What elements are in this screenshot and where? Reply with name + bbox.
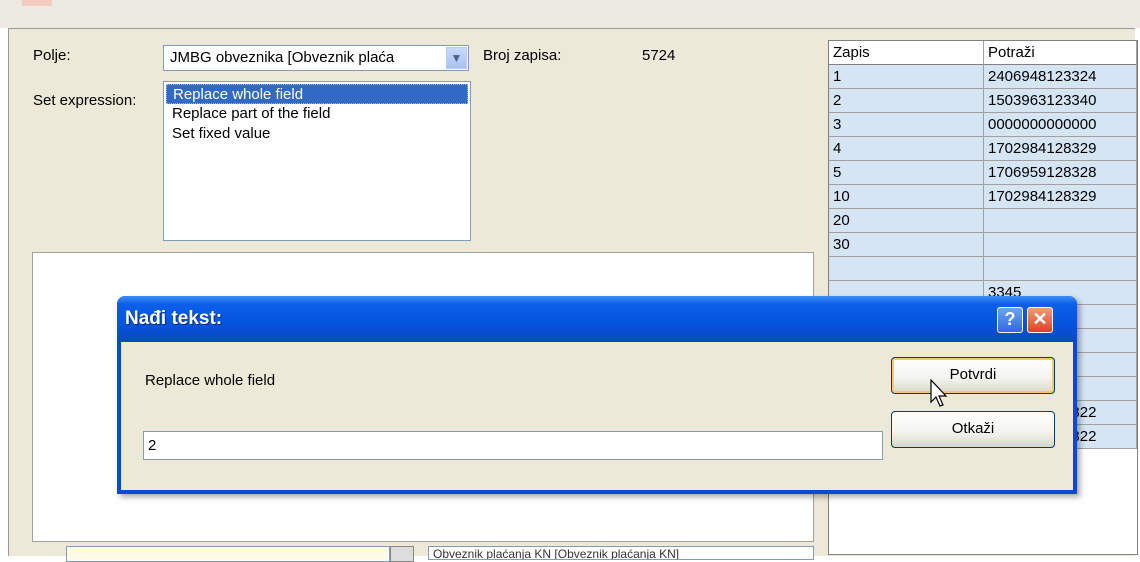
cell-zapis[interactable] [829, 257, 984, 281]
table-row[interactable]: 4 1702984128329 [829, 137, 1137, 161]
cell-zapis[interactable]: 30 [829, 233, 984, 257]
cell-zapis[interactable]: 20 [829, 209, 984, 233]
table-row[interactable]: 10 1702984128329 [829, 185, 1137, 209]
table-row[interactable] [829, 257, 1137, 281]
help-button[interactable]: ? [997, 307, 1023, 333]
table-row[interactable]: 30 [829, 233, 1137, 257]
dialog-titlebar[interactable]: Nađi tekst: ? ✕ [117, 296, 1077, 342]
grid-header: Zapis Potraži [829, 41, 1137, 65]
table-row[interactable]: 5 1706959128328 [829, 161, 1137, 185]
cell-zapis[interactable]: 2 [829, 89, 984, 113]
cell-potrazi[interactable]: 1503963123340 [984, 89, 1137, 113]
column-header-zapis[interactable]: Zapis [829, 41, 984, 65]
table-row[interactable]: 1 2406948123324 [829, 65, 1137, 89]
window-title-fragment [22, 0, 52, 6]
record-count-value: 5724 [642, 47, 676, 64]
table-row[interactable]: 2 1503963123340 [829, 89, 1137, 113]
cell-potrazi[interactable] [984, 257, 1137, 281]
cell-potrazi[interactable] [984, 233, 1137, 257]
cell-potrazi[interactable]: 0000000000000 [984, 113, 1137, 137]
confirm-button[interactable]: Potvrdi [891, 357, 1055, 394]
cell-potrazi[interactable]: 1702984128329 [984, 137, 1137, 161]
search-text-input[interactable]: 2 [143, 431, 883, 460]
dialog-title: Nađi tekst: [125, 308, 223, 329]
expression-option-set-fixed[interactable]: Set fixed value [166, 124, 468, 144]
window-top-band [0, 0, 1140, 28]
field-label: Polje: [33, 47, 71, 64]
expression-option-replace-whole[interactable]: Replace whole field [166, 84, 468, 104]
expression-listbox[interactable]: Replace whole field Replace part of the … [163, 81, 471, 241]
bottom-field-combo[interactable] [66, 546, 390, 562]
dialog-body: Replace whole field 2 Potvrdi Otkaži [121, 342, 1073, 490]
table-row[interactable]: 3 0000000000000 [829, 113, 1137, 137]
close-button[interactable]: ✕ [1027, 307, 1053, 333]
cell-potrazi[interactable]: 2406948123324 [984, 65, 1137, 89]
cell-potrazi[interactable]: 1706959128328 [984, 161, 1137, 185]
bottom-dropdown-button[interactable] [390, 546, 414, 562]
chevron-down-icon[interactable]: ▼ [446, 47, 467, 69]
cell-zapis[interactable]: 4 [829, 137, 984, 161]
field-select[interactable]: JMBG obveznika [Obveznik plaća ▼ [163, 45, 469, 71]
mouse-cursor-icon [930, 379, 948, 407]
expression-option-replace-part[interactable]: Replace part of the field [166, 104, 468, 124]
record-count-label: Broj zapisa: [483, 47, 562, 64]
column-header-potrazi[interactable]: Potraži [984, 41, 1137, 65]
cell-zapis[interactable]: 1 [829, 65, 984, 89]
cell-zapis[interactable]: 3 [829, 113, 984, 137]
bottom-target-combo[interactable]: Obveznik plaćanja KN [Obveznik plaćanja … [428, 546, 814, 560]
table-row[interactable]: 20 [829, 209, 1137, 233]
cell-potrazi[interactable] [984, 209, 1137, 233]
cell-potrazi[interactable]: 1702984128329 [984, 185, 1137, 209]
set-expression-label: Set expression: [33, 92, 137, 109]
field-select-value: JMBG obveznika [Obveznik plaća [170, 49, 395, 66]
cell-zapis[interactable]: 5 [829, 161, 984, 185]
cancel-button[interactable]: Otkaži [891, 411, 1055, 448]
dialog-prompt: Replace whole field [145, 372, 276, 389]
cell-zapis[interactable]: 10 [829, 185, 984, 209]
